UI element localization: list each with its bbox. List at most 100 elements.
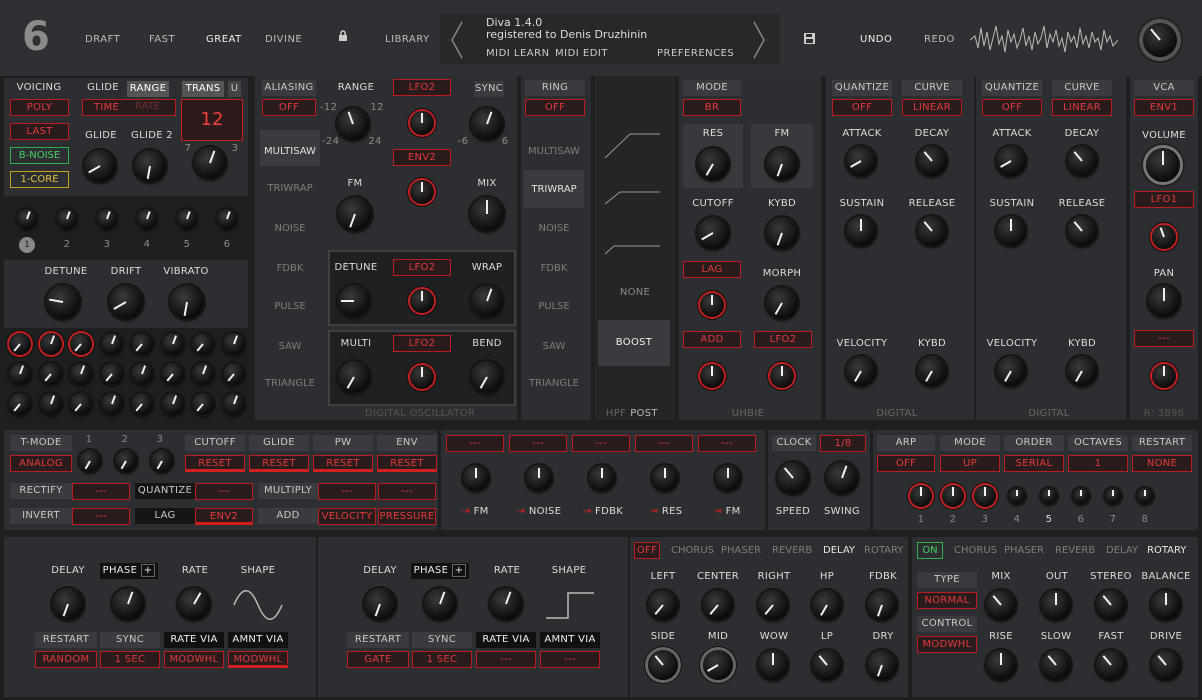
voice-mod-knob[interactable]: [161, 393, 184, 415]
undo-button[interactable]: UNDO: [860, 34, 892, 45]
tmode-knob[interactable]: [151, 450, 173, 472]
pan-mod-knob[interactable]: [1152, 364, 1176, 388]
fdbk-waveform[interactable]: FDBK: [262, 263, 318, 274]
rectify-source[interactable]: ---: [72, 483, 130, 500]
hpf-none-option[interactable]: NONE: [600, 287, 670, 298]
osc-detune-knob[interactable]: [338, 285, 370, 317]
arp-step-knob[interactable]: [1073, 488, 1089, 504]
volume-mod-source[interactable]: LFO1: [1134, 191, 1194, 208]
lfo2-rate-via-button[interactable]: ---: [476, 651, 536, 668]
lfo2-phase-plus-button[interactable]: +: [451, 564, 467, 577]
detune-knob[interactable]: [46, 285, 80, 319]
post-footer[interactable]: POST: [630, 408, 658, 419]
lfo1-rate-knob[interactable]: [178, 588, 210, 620]
bend-knob[interactable]: [471, 361, 503, 393]
delay-center-knob[interactable]: [703, 590, 733, 620]
multiply-source1[interactable]: ---: [318, 483, 376, 500]
env1-decay-knob[interactable]: [917, 146, 947, 176]
glide-reset-button[interactable]: RESET: [249, 455, 309, 472]
add-knob[interactable]: [700, 364, 724, 388]
midi-learn-button[interactable]: MIDI LEARN: [486, 48, 550, 59]
preset-divine-button[interactable]: DIVINE: [265, 34, 302, 45]
env1-curve-button[interactable]: LINEAR: [902, 99, 962, 116]
fx1-tab-delay[interactable]: DELAY: [823, 545, 855, 556]
voice-mod-knob[interactable]: [9, 393, 31, 415]
triangle-waveform[interactable]: TRIANGLE: [262, 378, 318, 389]
env2-sustain-knob[interactable]: [996, 216, 1026, 246]
lfo1-amnt-via-button[interactable]: MODWHL: [228, 651, 288, 668]
delay-fdbk-knob[interactable]: [867, 590, 897, 620]
arp-octaves-button[interactable]: 1: [1068, 455, 1128, 472]
range-mod-source[interactable]: LFO2: [393, 79, 451, 96]
voice-number[interactable]: 4: [138, 239, 156, 250]
delay-hp-knob[interactable]: [812, 590, 842, 620]
arp-step-knob[interactable]: [910, 485, 932, 507]
voice-mod-knob[interactable]: [222, 393, 245, 415]
lock-icon[interactable]: [338, 30, 348, 41]
osc2-noise-waveform[interactable]: NOISE: [524, 223, 584, 234]
fx1-tab-chorus[interactable]: CHORUS: [671, 545, 714, 556]
env2-quantize-button[interactable]: OFF: [982, 99, 1042, 116]
voice-number-active[interactable]: 1: [19, 237, 35, 253]
ring-button[interactable]: OFF: [525, 99, 585, 116]
env1-attack-knob[interactable]: [846, 146, 876, 176]
time-button[interactable]: TIME: [82, 99, 176, 116]
lfo1-restart-button[interactable]: RANDOM: [35, 651, 97, 668]
delay-side-knob[interactable]: [648, 650, 678, 680]
mixer-knob[interactable]: [652, 465, 678, 491]
add-source2[interactable]: PRESSURE: [378, 508, 436, 525]
voice-mod-knob[interactable]: [100, 363, 123, 385]
vca-env-button[interactable]: ENV1: [1134, 99, 1194, 116]
voice-mod-knob[interactable]: [39, 333, 62, 355]
hpf-boost-option[interactable]: BOOST: [598, 320, 670, 366]
lfo2-sync-button[interactable]: 1 SEC: [412, 651, 472, 668]
mixer-target-fdbk[interactable]: ⇥ FDBK: [580, 506, 626, 517]
midi-edit-button[interactable]: MIDI EDIT: [555, 48, 608, 59]
rotary-balance-knob[interactable]: [1151, 590, 1181, 620]
voice-mod-knob[interactable]: [70, 363, 92, 385]
preset-draft-button[interactable]: DRAFT: [85, 34, 120, 45]
voice-number[interactable]: 3: [98, 239, 116, 250]
noise-waveform[interactable]: NOISE: [262, 223, 318, 234]
filter-fm-knob[interactable]: [766, 148, 798, 180]
mixer-source[interactable]: ---: [698, 435, 756, 452]
filter-kybd-knob[interactable]: [766, 217, 798, 249]
mixer-source[interactable]: ---: [635, 435, 693, 452]
lfo1-rate-via-button[interactable]: MODWHL: [164, 651, 224, 668]
voice-number[interactable]: 6: [218, 239, 236, 250]
multi-mod-knob[interactable]: [410, 365, 434, 389]
sync-knob[interactable]: [471, 108, 503, 140]
voice-mod-knob[interactable]: [222, 363, 245, 385]
mixer-target-res[interactable]: ⇥ RES: [646, 506, 686, 517]
range-mod-knob[interactable]: [410, 111, 434, 135]
voice-knob[interactable]: [217, 209, 237, 229]
mixer-target-noise[interactable]: ⇥ NOISE: [516, 506, 562, 517]
fm-mod-source[interactable]: ENV2: [393, 149, 451, 166]
mixer-knob[interactable]: [589, 465, 615, 491]
osc2-saw-waveform[interactable]: SAW: [524, 341, 584, 352]
lfo1-sine-shape-icon[interactable]: [232, 590, 284, 620]
lfo2-rate-knob[interactable]: [490, 588, 522, 620]
arp-step-knob[interactable]: [942, 485, 964, 507]
rotary-mix-knob[interactable]: [986, 590, 1016, 620]
wrap-knob[interactable]: [471, 285, 503, 317]
swing-knob[interactable]: [826, 462, 858, 494]
env2-kybd-knob[interactable]: [1067, 356, 1097, 386]
voice-knob[interactable]: [97, 209, 117, 229]
redo-button[interactable]: REDO: [924, 34, 955, 45]
delay-left-knob[interactable]: [648, 590, 678, 620]
env-reset-button[interactable]: RESET: [377, 455, 437, 472]
arp-step-knob[interactable]: [1009, 488, 1025, 504]
detune-mod-source[interactable]: LFO2: [393, 259, 451, 276]
mixer-knob[interactable]: [715, 465, 741, 491]
last-button[interactable]: LAST: [10, 123, 69, 140]
voice-mod-knob[interactable]: [192, 363, 214, 385]
arp-restart-button[interactable]: NONE: [1132, 455, 1192, 472]
bnoise-button[interactable]: B-NOISE: [10, 147, 69, 164]
lag-button[interactable]: LAG: [683, 261, 741, 278]
env2-attack-knob[interactable]: [996, 146, 1026, 176]
saw-waveform[interactable]: SAW: [262, 341, 318, 352]
tmode-knob[interactable]: [79, 450, 101, 472]
rotary-stereo-knob[interactable]: [1096, 590, 1126, 620]
osc2-triwrap-waveform[interactable]: TRIWRAP: [524, 170, 584, 208]
